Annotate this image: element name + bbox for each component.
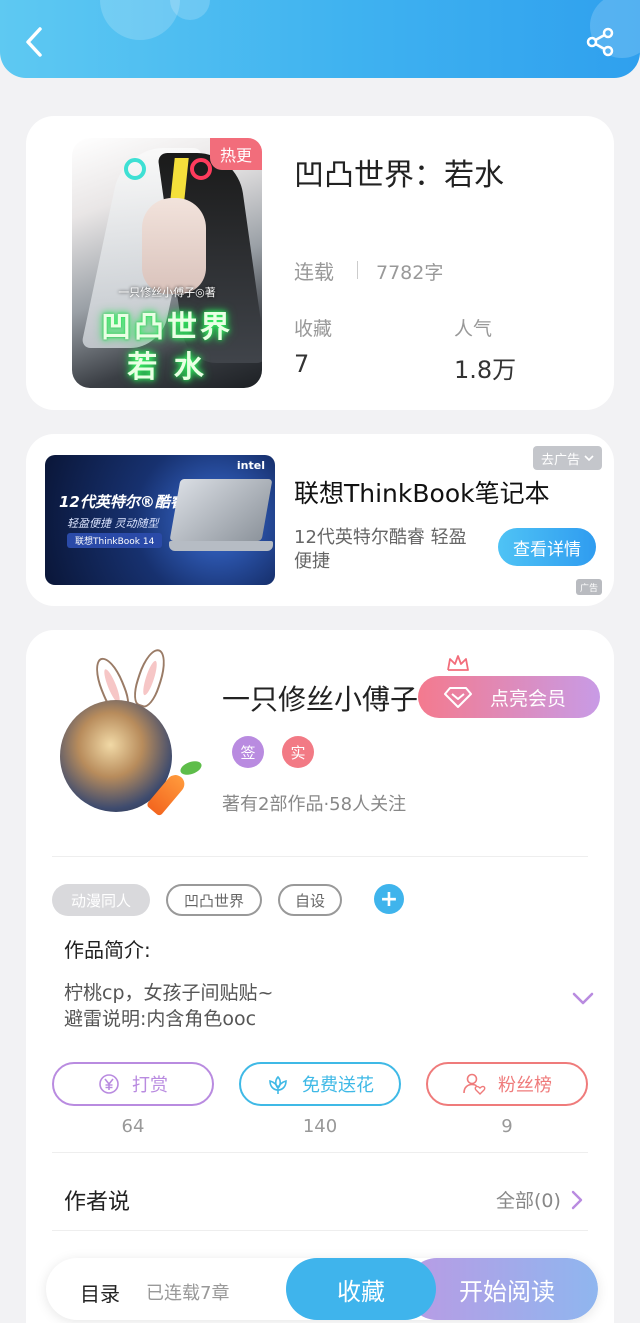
share-icon bbox=[586, 27, 614, 57]
laptop-image bbox=[169, 541, 273, 551]
ad-title: 联想ThinkBook笔记本 bbox=[294, 479, 550, 508]
fan-ranking-button[interactable]: 粉丝榜 bbox=[426, 1062, 588, 1106]
flower-icon bbox=[269, 1075, 287, 1094]
ad-product-text: 联想ThinkBook 14 bbox=[67, 533, 163, 548]
remove-ad-button[interactable]: 去广告 bbox=[532, 446, 602, 470]
author-says-title: 作者说 bbox=[64, 1190, 131, 1215]
author-avatar-frame[interactable] bbox=[56, 644, 226, 820]
ad-label-badge[interactable]: 广告 bbox=[575, 579, 602, 595]
cover-title-text: 凹凸世界 bbox=[101, 310, 233, 345]
send-flower-button[interactable]: 免费送花 bbox=[239, 1062, 401, 1106]
ad-image[interactable]: intel 12代英特尔®酷睿™ 轻盈便捷 灵动随型 联想ThinkBook 1… bbox=[45, 455, 275, 585]
fan-ranking-label: 粉丝榜 bbox=[498, 1075, 552, 1096]
vip-button-label: 点亮会员 bbox=[490, 687, 567, 710]
tip-label: 打赏 bbox=[132, 1075, 168, 1096]
divider bbox=[52, 1230, 588, 1231]
popularity-label: 人气 bbox=[454, 318, 493, 340]
author-name[interactable]: 一只修丝小傅子 bbox=[222, 678, 418, 718]
fan-count: 9 bbox=[501, 1116, 513, 1137]
decor-bubble bbox=[100, 0, 180, 40]
remove-ad-label: 去广告 bbox=[540, 452, 580, 468]
diamond-icon bbox=[444, 687, 472, 708]
favorites-label: 收藏 bbox=[294, 318, 333, 340]
verified-author-badge: 实 bbox=[282, 736, 314, 768]
cover-author-text: 一只修丝小傅子◎著 bbox=[118, 286, 216, 299]
chapter-count: 已连载7章 bbox=[146, 1283, 230, 1304]
crown-icon bbox=[447, 655, 469, 671]
tag-anime-fanfic[interactable]: 动漫同人 bbox=[52, 884, 150, 916]
author-meta: 著有2部作品·58人关注 bbox=[222, 794, 407, 815]
synopsis-text: 柠桃cp，女孩子间贴贴~ 避雷说明:内含角色ooc bbox=[64, 980, 273, 1032]
work-detail-card: 一只修丝小傅子 点亮会员 签 实 著有2部作品·58人关注 动漫同人 凹凸世界 … bbox=[26, 630, 614, 1323]
back-button[interactable] bbox=[14, 22, 54, 62]
chevron-left-icon bbox=[26, 27, 42, 57]
divider bbox=[357, 261, 358, 279]
cover-subtitle-text: 若 水 bbox=[127, 350, 207, 385]
top-app-bar bbox=[0, 0, 640, 78]
send-flower-label: 免费送花 bbox=[302, 1075, 374, 1096]
table-of-contents-button[interactable]: 目录 bbox=[80, 1278, 120, 1307]
serial-status: 连载 bbox=[294, 260, 334, 284]
add-tag-button[interactable]: + bbox=[374, 884, 404, 914]
cover-art bbox=[142, 198, 206, 294]
ad-subline-text: 轻盈便捷 灵动随型 bbox=[67, 517, 159, 530]
laptop-image bbox=[169, 479, 273, 541]
synopsis-label: 作品简介: bbox=[64, 938, 151, 962]
ad-mark-label: 广告 bbox=[579, 583, 598, 594]
bottom-action-bar: 目录 已连载7章 开始阅读 收藏 bbox=[46, 1258, 598, 1320]
user-heart-icon bbox=[463, 1073, 486, 1095]
ad-brand-text: intel bbox=[236, 459, 265, 472]
word-count: 7782字 bbox=[376, 262, 444, 284]
flower-count: 140 bbox=[302, 1116, 338, 1137]
book-cover-image[interactable]: 一只修丝小傅子◎著 凹凸世界 若 水 bbox=[72, 138, 262, 388]
share-button[interactable] bbox=[580, 22, 620, 62]
tag-oc[interactable]: 自设 bbox=[278, 884, 342, 916]
divider bbox=[52, 1152, 588, 1153]
synopsis-line: 柠桃cp，女孩子间贴贴~ bbox=[64, 982, 274, 1004]
chevron-down-icon bbox=[584, 455, 594, 462]
cover-art bbox=[190, 158, 212, 180]
yen-icon bbox=[99, 1074, 119, 1094]
synopsis-line: 避雷说明:内含角色ooc bbox=[64, 1008, 257, 1030]
expand-chevron-icon[interactable] bbox=[572, 992, 594, 1006]
signed-author-badge: 签 bbox=[232, 736, 264, 768]
chevron-right-icon bbox=[571, 1190, 583, 1209]
book-info-card: 一只修丝小傅子◎著 凹凸世界 若 水 热更 凹凸世界：若水 连载 7782字 收… bbox=[26, 116, 614, 410]
add-to-favorites-button[interactable]: 收藏 bbox=[286, 1258, 436, 1320]
author-says-view-all[interactable]: 全部(0) bbox=[496, 1186, 583, 1213]
carrot-decoration bbox=[178, 758, 204, 778]
tag-world[interactable]: 凹凸世界 bbox=[166, 884, 262, 916]
view-details-button[interactable]: 查看详情 bbox=[498, 528, 596, 566]
favorites-value: 7 bbox=[294, 350, 310, 378]
activate-vip-button[interactable]: 点亮会员 bbox=[418, 676, 600, 718]
divider bbox=[52, 856, 588, 857]
popularity-value: 1.8万 bbox=[454, 356, 517, 384]
ad-card[interactable]: intel 12代英特尔®酷睿™ 轻盈便捷 灵动随型 联想ThinkBook 1… bbox=[26, 434, 614, 606]
view-all-label: 全部(0) bbox=[496, 1190, 561, 1212]
bunny-ear-decoration bbox=[129, 645, 171, 711]
tip-button[interactable]: 打赏 bbox=[52, 1062, 214, 1106]
tip-count: 64 bbox=[121, 1116, 145, 1137]
hot-update-badge: 热更 bbox=[210, 138, 262, 170]
cover-art bbox=[124, 158, 146, 180]
book-title: 凹凸世界：若水 bbox=[294, 158, 504, 193]
plus-icon: + bbox=[379, 886, 399, 912]
ad-description: 12代英特尔酷睿 轻盈便捷 bbox=[294, 527, 467, 572]
